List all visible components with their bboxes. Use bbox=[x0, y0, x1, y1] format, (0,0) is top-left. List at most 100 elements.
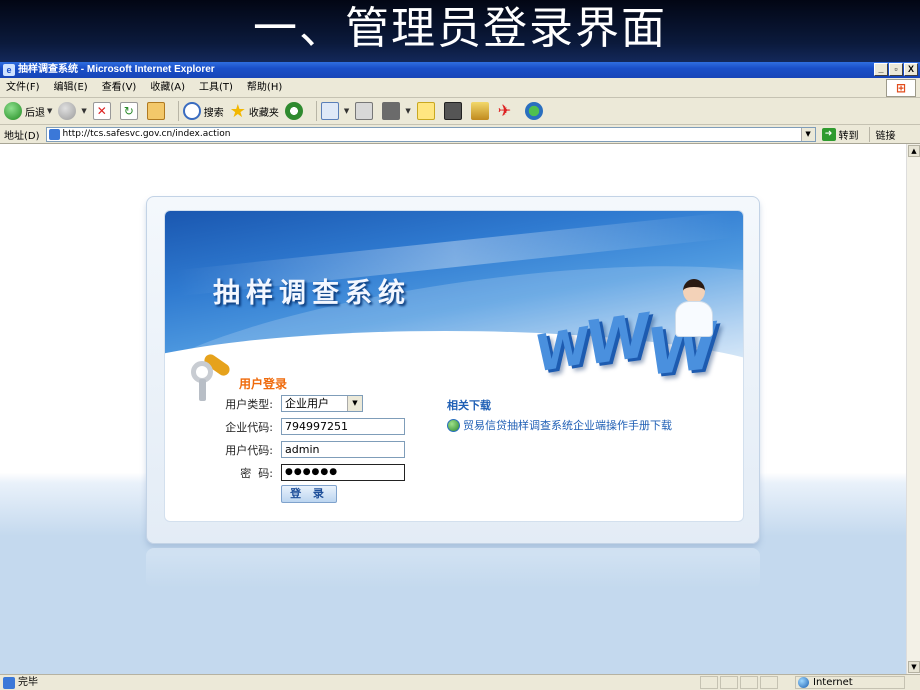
window-controls: _ ▫ X bbox=[874, 63, 918, 76]
security-zone: Internet bbox=[795, 676, 905, 689]
refresh-icon: ↻ bbox=[119, 102, 138, 120]
back-label: 后退 bbox=[25, 107, 45, 119]
password-input[interactable]: ●●●●●● bbox=[281, 464, 405, 481]
system-banner: 抽样调查系统 W W W bbox=[165, 211, 743, 470]
forward-arrow-icon bbox=[58, 102, 77, 120]
login-button[interactable]: 登 录 bbox=[281, 485, 337, 503]
home-button[interactable] bbox=[146, 100, 168, 122]
messenger-icon bbox=[524, 102, 543, 120]
stop-button[interactable]: ✕ bbox=[92, 100, 114, 122]
links-button[interactable]: 链接 bbox=[868, 126, 896, 142]
menu-edit[interactable]: 编辑(E) bbox=[54, 78, 88, 97]
person-head bbox=[683, 279, 705, 303]
user-type-label: 用户类型: bbox=[225, 398, 273, 411]
user-type-value: 企业用户 bbox=[285, 397, 329, 410]
research-button[interactable] bbox=[443, 100, 465, 122]
password-label: 密 码: bbox=[240, 467, 273, 480]
search-icon bbox=[182, 102, 201, 120]
tool-button-b[interactable]: ✈ bbox=[498, 100, 519, 122]
status-cell bbox=[760, 676, 778, 689]
history-button[interactable] bbox=[284, 100, 306, 122]
tool-button-a[interactable] bbox=[470, 100, 492, 122]
ie-icon: e bbox=[3, 64, 15, 76]
chevron-down-icon[interactable]: ▼ bbox=[81, 107, 86, 115]
menu-view[interactable]: 查看(V) bbox=[102, 78, 137, 97]
scroll-up-icon[interactable]: ▲ bbox=[908, 145, 920, 157]
user-type-select[interactable]: 企业用户 ▼ bbox=[281, 395, 363, 412]
star-icon: ★ bbox=[229, 100, 246, 122]
bird-icon: ✈ bbox=[497, 101, 512, 120]
maximize-button[interactable]: ▫ bbox=[889, 63, 903, 76]
related-downloads-title: 相关下载 bbox=[447, 399, 491, 412]
favorites-label: 收藏夹 bbox=[248, 107, 279, 119]
menu-tools[interactable]: 工具(T) bbox=[199, 78, 233, 97]
search-label: 搜索 bbox=[203, 107, 224, 119]
close-button[interactable]: X bbox=[904, 63, 918, 76]
history-icon bbox=[284, 102, 303, 120]
slide-title: 一、管理员登录界面 bbox=[0, 0, 920, 62]
status-cell bbox=[720, 676, 738, 689]
search-button[interactable]: 搜索 bbox=[182, 100, 224, 122]
status-cell bbox=[740, 676, 758, 689]
status-bar: 完毕 Internet bbox=[0, 674, 920, 690]
globe-icon bbox=[447, 418, 460, 432]
user-code-input[interactable]: admin bbox=[281, 441, 405, 458]
page-done-icon bbox=[3, 676, 15, 689]
chevron-down-icon[interactable]: ▼ bbox=[47, 107, 52, 115]
forward-button[interactable]: ▼ bbox=[58, 100, 87, 122]
go-button[interactable]: ➜ 转到 bbox=[821, 127, 859, 142]
address-bar: 地址(D) http://tcs.safesvc.gov.cn/index.ac… bbox=[0, 125, 920, 144]
mail-button[interactable]: ▼ bbox=[320, 100, 349, 122]
menu-bar: 文件(F) 编辑(E) 查看(V) 收藏(A) 工具(T) 帮助(H) ⊞ bbox=[0, 78, 920, 98]
internet-globe-icon bbox=[798, 677, 809, 688]
printer-icon bbox=[355, 102, 374, 120]
address-label: 地址(D) bbox=[4, 130, 40, 142]
page-icon bbox=[48, 128, 60, 140]
zone-text: Internet bbox=[813, 677, 853, 688]
status-cell bbox=[700, 676, 718, 689]
window-title: 抽样调查系统 - Microsoft Internet Explorer bbox=[18, 64, 215, 75]
manual-download-text[interactable]: 贸易信贷抽样调查系统企业端操作手册下载 bbox=[463, 417, 672, 433]
address-input[interactable]: http://tcs.safesvc.gov.cn/index.action ▼ bbox=[45, 126, 816, 142]
tool-icon bbox=[470, 102, 489, 120]
refresh-button[interactable]: ↻ bbox=[119, 100, 141, 122]
back-arrow-icon bbox=[4, 102, 22, 120]
system-title: 抽样调查系统 bbox=[213, 278, 411, 309]
status-text: 完毕 bbox=[18, 677, 38, 688]
menu-favorites[interactable]: 收藏(A) bbox=[150, 78, 185, 97]
user-code-label: 用户代码: bbox=[225, 444, 273, 457]
menu-help[interactable]: 帮助(H) bbox=[247, 78, 282, 97]
status-cells bbox=[700, 676, 778, 689]
chevron-down-icon[interactable]: ▼ bbox=[344, 107, 349, 115]
address-url[interactable]: http://tcs.safesvc.gov.cn/index.action bbox=[63, 129, 231, 139]
favorites-button[interactable]: ★ 收藏夹 bbox=[230, 100, 279, 122]
toolbar-separator bbox=[315, 101, 317, 121]
minimize-button[interactable]: _ bbox=[874, 63, 888, 76]
messenger-button[interactable] bbox=[524, 100, 546, 122]
note-icon bbox=[416, 102, 435, 120]
print-button[interactable] bbox=[355, 100, 376, 122]
windows-logo-icon: ⊞ bbox=[886, 79, 916, 97]
window-titlebar: e 抽样调查系统 - Microsoft Internet Explorer _… bbox=[0, 62, 920, 78]
login-panel: 抽样调查系统 W W W 用户登录 用户类型: 企业用户 ▼ 企业代码: 794… bbox=[164, 210, 744, 522]
chevron-down-icon[interactable]: ▼ bbox=[405, 107, 410, 115]
back-button[interactable]: 后退 ▼ bbox=[4, 100, 52, 122]
chevron-down-icon[interactable]: ▼ bbox=[800, 127, 815, 141]
toolbar: 后退 ▼ ▼ ✕ ↻ 搜索 ★ 收藏夹 ▼ ▼ ✈ bbox=[0, 98, 920, 125]
chevron-down-icon[interactable]: ▼ bbox=[347, 396, 362, 411]
company-code-label: 企业代码: bbox=[225, 421, 273, 434]
edit-button[interactable]: ▼ bbox=[382, 100, 411, 122]
go-label: 转到 bbox=[838, 130, 859, 142]
scroll-down-icon[interactable]: ▼ bbox=[908, 661, 920, 673]
person-image bbox=[671, 279, 717, 339]
toolbar-separator bbox=[177, 101, 179, 121]
company-code-input[interactable]: 794997251 bbox=[281, 418, 405, 435]
discuss-button[interactable] bbox=[416, 100, 438, 122]
go-arrow-icon: ➜ bbox=[821, 127, 836, 141]
key-icon bbox=[191, 352, 235, 401]
manual-download-link[interactable]: 贸易信贷抽样调查系统企业端操作手册下载 bbox=[447, 417, 672, 433]
menu-file[interactable]: 文件(F) bbox=[6, 78, 40, 97]
vertical-scrollbar[interactable]: ▲ ▼ bbox=[906, 144, 920, 674]
person-body bbox=[675, 301, 713, 337]
mail-icon bbox=[320, 102, 339, 120]
